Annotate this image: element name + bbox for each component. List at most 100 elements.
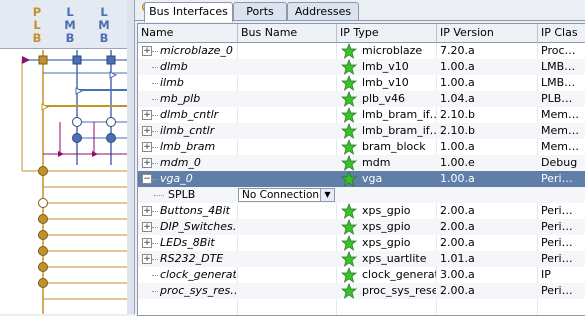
- table-row[interactable]: + ilmb_cntlr lmb_bram_if… 2.10.b Mem…: [138, 123, 585, 139]
- cell-ip-version: 1.00.a: [440, 60, 475, 73]
- tab-ports[interactable]: Ports: [233, 2, 287, 20]
- cell-ip-class: Peri…: [541, 220, 573, 233]
- cell-ip-class: Peri…: [541, 252, 573, 265]
- bus-diagram: [21, 50, 127, 314]
- ip-star-icon: [341, 267, 357, 283]
- table-row[interactable]: + RS232_DTE xps_uartlite 1.01.a Peri…: [138, 251, 585, 267]
- system-assembly-view: Bus Interfaces Ports Addresses Name Bus …: [134, 0, 585, 316]
- cell-ip-class: Mem…: [541, 108, 579, 121]
- table-row[interactable]: clock_generat… clock_generator 3.00.a IP: [138, 267, 585, 283]
- bus-name-select[interactable]: No Connection ▼: [238, 188, 335, 202]
- ip-star-icon: [341, 123, 357, 139]
- cell-ip-class: Peri…: [541, 284, 573, 297]
- expand-icon[interactable]: +: [142, 142, 152, 152]
- table-row[interactable]: + DIP_Switches… xps_gpio 2.00.a Peri…: [138, 219, 585, 235]
- ip-star-icon: [341, 59, 357, 75]
- cell-name: mdm_0: [160, 156, 201, 169]
- cell-ip-type: [362, 187, 436, 203]
- cell-ip-class: LMB…: [541, 76, 576, 89]
- column-header-ip-version[interactable]: IP Version: [437, 24, 538, 43]
- cell-ip-class: [541, 187, 585, 203]
- expand-icon[interactable]: +: [142, 46, 152, 56]
- cell-name: DIP_Switches…: [160, 220, 236, 233]
- cell-name: Buttons_4Bit: [160, 204, 230, 217]
- table-row[interactable]: + microblaze_0 microblaze 7.20.a Proc…: [138, 43, 585, 59]
- cell-ip-version: 1.00.e: [440, 156, 475, 169]
- cell-ip-version: 2.00.a: [440, 204, 475, 217]
- cell-ip-version: 1.00.a: [440, 76, 475, 89]
- table-row[interactable]: ilmb lmb_v10 1.00.a LMB…: [138, 75, 585, 91]
- cell-ip-version: 1.00.a: [440, 172, 475, 185]
- bus-connectivity-panel: P L B L M B L M B: [0, 0, 128, 314]
- ip-star-icon: [341, 155, 357, 171]
- bus-interfaces-table: Name Bus Name IP Type IP Version IP Clas…: [137, 23, 585, 316]
- cell-name: proc_sys_res…: [160, 284, 236, 297]
- cell-ip-class: Peri…: [541, 236, 573, 249]
- cell-name: lmb_bram: [160, 140, 216, 153]
- cell-ip-version: 2.10.b: [440, 108, 475, 121]
- ip-star-icon: [341, 107, 357, 123]
- table-row[interactable]: SPLB No Connection ▼: [138, 187, 585, 203]
- cell-ip-type: xps_gpio: [362, 220, 411, 233]
- table-row[interactable]: dlmb lmb_v10 1.00.a LMB…: [138, 59, 585, 75]
- cell-ip-class: PLB…: [541, 92, 573, 105]
- cell-ip-version: 2.00.a: [440, 236, 475, 249]
- table-row[interactable]: − vga_0 vga 1.00.a Peri…: [138, 171, 585, 187]
- cell-ip-class: Proc…: [541, 44, 576, 57]
- tab-bus-interfaces[interactable]: Bus Interfaces: [144, 2, 233, 22]
- table-row[interactable]: + Buttons_4Bit xps_gpio 2.00.a Peri…: [138, 203, 585, 219]
- cell-ip-version: [440, 187, 536, 203]
- expand-icon[interactable]: +: [142, 222, 152, 232]
- cell-ip-type: lmb_v10: [362, 76, 409, 89]
- cell-ip-version: 2.00.a: [440, 284, 475, 297]
- expand-icon[interactable]: +: [142, 206, 152, 216]
- expand-icon[interactable]: +: [142, 110, 152, 120]
- table-row[interactable]: mb_plb plb_v46 1.04.a PLB…: [138, 91, 585, 107]
- cell-ip-class: Debug: [541, 156, 578, 169]
- ip-star-icon: [341, 219, 357, 235]
- cell-ip-version: 2.10.b: [440, 124, 475, 137]
- dropdown-arrow-icon[interactable]: ▼: [320, 189, 334, 201]
- cell-ip-type: xps_gpio: [362, 204, 411, 217]
- collapse-icon[interactable]: −: [142, 174, 152, 184]
- ip-star-icon: [341, 283, 357, 299]
- tab-addresses[interactable]: Addresses: [287, 2, 359, 20]
- column-header-bus-name[interactable]: Bus Name: [238, 24, 337, 43]
- expand-icon[interactable]: +: [142, 126, 152, 136]
- cell-ip-type: proc_sys_reset: [362, 284, 436, 297]
- cell-ip-class: Peri…: [541, 172, 573, 185]
- column-header-ip-class[interactable]: IP Clas: [538, 24, 585, 43]
- column-header-name[interactable]: Name: [138, 24, 238, 43]
- table-row[interactable]: + lmb_bram bram_block 1.00.a Mem…: [138, 139, 585, 155]
- cell-ip-type: plb_v46: [362, 92, 406, 105]
- ip-star-icon: [341, 139, 357, 155]
- ip-star-icon: [341, 251, 357, 267]
- table-row[interactable]: proc_sys_res… proc_sys_reset 2.00.a Peri…: [138, 283, 585, 299]
- cell-name: mb_plb: [160, 92, 201, 105]
- cell-name: LEDs_8Bit: [160, 236, 215, 249]
- cell-name: RS232_DTE: [160, 252, 224, 265]
- bus-name-value: No Connection: [242, 189, 320, 201]
- expand-icon[interactable]: +: [142, 254, 152, 264]
- master-arrow-icon: [22, 56, 30, 64]
- cell-ip-class: Mem…: [541, 140, 579, 153]
- cell-ip-class: Mem…: [541, 124, 579, 137]
- cell-ip-version: 1.04.a: [440, 92, 475, 105]
- table-row[interactable]: + dlmb_cntlr lmb_bram_if… 2.10.b Mem…: [138, 107, 585, 123]
- table-row[interactable]: + mdm_0 mdm 1.00.e Debug: [138, 155, 585, 171]
- cell-name: ilmb_cntlr: [160, 124, 215, 137]
- expand-icon[interactable]: +: [142, 238, 152, 248]
- table-row[interactable]: + LEDs_8Bit xps_gpio 2.00.a Peri…: [138, 235, 585, 251]
- column-header-ip-type[interactable]: IP Type: [337, 24, 437, 43]
- ip-star-icon: [341, 235, 357, 251]
- cell-name: microblaze_0: [160, 44, 233, 57]
- cell-name: vga_0: [160, 172, 193, 185]
- expand-icon[interactable]: +: [142, 158, 152, 168]
- cell-ip-class: IP: [541, 268, 551, 281]
- cell-ip-type: bram_block: [362, 140, 426, 153]
- ip-star-icon: [341, 91, 357, 107]
- cell-ip-type: mdm: [362, 156, 391, 169]
- cell-ip-type: xps_uartlite: [362, 252, 427, 265]
- cell-ip-type: lmb_bram_if…: [362, 124, 436, 137]
- cell-name: dlmb: [160, 60, 188, 73]
